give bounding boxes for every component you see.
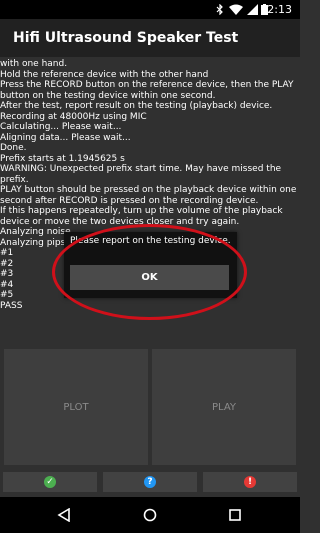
log-line: Press the RECORD button on the reference…	[0, 80, 294, 90]
log-line: Recording at 48000Hz using MIC	[0, 111, 147, 122]
navigation-bar	[0, 497, 300, 533]
log-line: WARNING: Unexpected prefix start time. M…	[0, 164, 282, 174]
home-icon[interactable]	[143, 508, 157, 522]
report-dialog: Please report on the testing device. OK	[64, 232, 237, 298]
log-line: Hold the reference device with the other…	[0, 69, 209, 80]
log-line: button on the testing device within one …	[0, 90, 216, 101]
signal-icon	[247, 4, 258, 15]
clock: 2:13	[267, 3, 292, 16]
log-line: After the test, report result on the tes…	[0, 101, 273, 111]
back-icon[interactable]	[57, 508, 71, 522]
exclamation-icon: !	[244, 476, 256, 488]
info-button[interactable]: ?	[103, 472, 197, 492]
pass-button[interactable]: ✓	[3, 472, 97, 492]
log-line: with one hand.	[0, 59, 68, 69]
log-line: device or move the two devices closer an…	[0, 216, 240, 227]
ok-button[interactable]: OK	[70, 265, 229, 290]
log-line: Aligning data... Please wait...	[0, 132, 131, 143]
status-bar: 2:13	[0, 0, 300, 19]
test-log-area[interactable]: with one hand. Hold the reference device…	[0, 57, 300, 347]
question-icon: ?	[144, 476, 156, 488]
log-line: If this happens repeatedly, turn up the …	[0, 206, 283, 216]
bluetooth-icon	[216, 4, 223, 15]
log-line: PASS	[0, 300, 23, 311]
wifi-icon	[229, 4, 243, 15]
play-button[interactable]: PLAY	[152, 349, 296, 465]
log-line: PLAY button should be pressed on the pla…	[0, 185, 296, 195]
recents-icon[interactable]	[228, 508, 242, 522]
app-title: Hifi Ultrasound Speaker Test	[13, 30, 239, 46]
log-line: Done.	[0, 143, 27, 153]
dialog-message: Please report on the testing device.	[70, 236, 231, 246]
log-line: Prefix starts at 1.1945625 s	[0, 153, 125, 164]
check-icon: ✓	[44, 476, 56, 488]
plot-button[interactable]: PLOT	[4, 349, 148, 465]
log-line: Calculating... Please wait...	[0, 122, 122, 132]
log-line: second after RECORD is pressed on the re…	[0, 195, 259, 206]
log-line: prefix.	[0, 174, 29, 185]
fail-button[interactable]: !	[203, 472, 297, 492]
app-bar: Hifi Ultrasound Speaker Test	[0, 19, 300, 57]
